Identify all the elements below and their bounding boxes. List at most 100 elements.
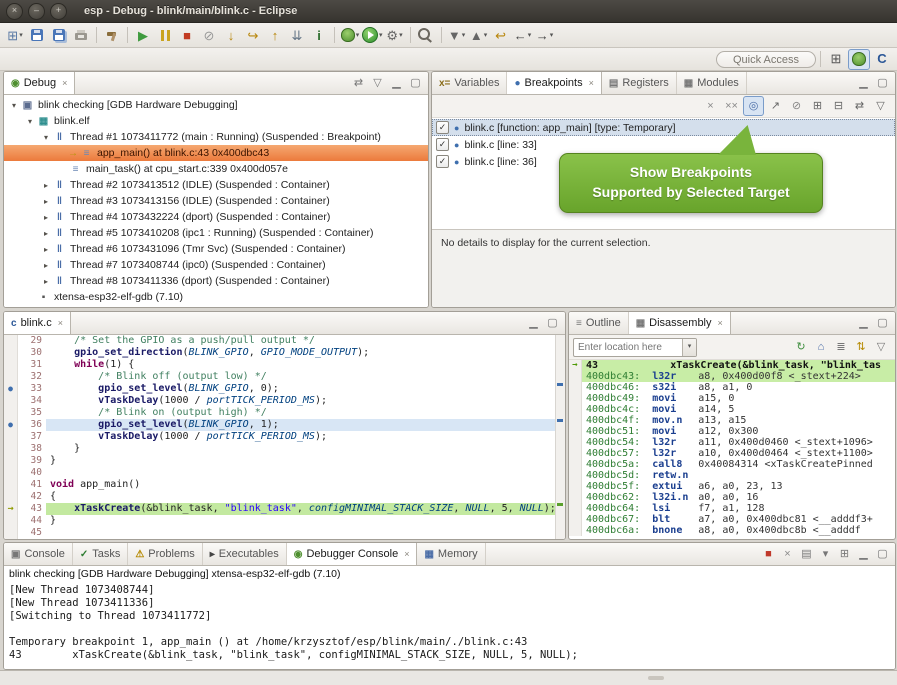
minimize-debug-view-icon[interactable]: ▁ xyxy=(388,75,405,92)
editor-line[interactable]: →43 xTaskCreate(&blink_task, "blink_task… xyxy=(4,503,555,515)
resume-icon[interactable]: ▶ xyxy=(133,26,153,45)
editor-line[interactable]: ●33 gpio_set_level(BLINK_GPIO, 0); xyxy=(4,383,555,395)
expand-icon[interactable]: ▸ xyxy=(40,245,52,254)
marker-ribbon[interactable] xyxy=(4,395,18,407)
editor-line[interactable]: 29 /* Set the GPIO as a push/pull output… xyxy=(4,335,555,347)
debug-perspective-icon[interactable] xyxy=(848,49,870,70)
collapse-all-icon[interactable]: ⊟ xyxy=(829,97,848,115)
quick-access-button[interactable]: Quick Access xyxy=(716,51,816,68)
debug-tree-row[interactable]: ≡main_task() at cpu_start.c:339 0x400d05… xyxy=(4,161,428,177)
disassembly-instruction-row[interactable]: 400dbc64: lsif7, a1, 128 xyxy=(569,503,895,514)
breakpoint-marker-icon[interactable]: ● xyxy=(4,383,18,395)
marker-ribbon[interactable] xyxy=(4,527,18,539)
disassembly-body[interactable]: →43 xTaskCreate(&blink_task, "blink_tas4… xyxy=(569,360,895,539)
sync-with-active-debug-context-icon[interactable]: ⇅ xyxy=(852,338,870,356)
breakpoint-marker-icon[interactable]: ● xyxy=(4,419,18,431)
disassembly-instruction-row[interactable]: 400dbc49: movia15, 0 xyxy=(569,393,895,404)
expand-all-icon[interactable]: ⊞ xyxy=(808,97,827,115)
maximize-breakpoints-view-icon[interactable]: ▢ xyxy=(874,75,891,92)
debug-tree-row[interactable]: ▾▣blink checking [GDB Hardware Debugging… xyxy=(4,97,428,113)
expand-icon[interactable]: ▸ xyxy=(40,229,52,238)
marker-ribbon[interactable] xyxy=(4,407,18,419)
tab-close-icon[interactable]: × xyxy=(58,318,63,328)
marker-ribbon[interactable] xyxy=(4,455,18,467)
window-maximize-button[interactable]: + xyxy=(50,3,67,20)
tab-problems[interactable]: ⚠Problems xyxy=(128,543,202,565)
combo-dropdown-icon[interactable]: ▾ xyxy=(682,339,696,356)
breakpoint-item[interactable]: ✓●blink.c [function: app_main] [type: Te… xyxy=(432,119,895,136)
instruction-pointer-icon[interactable]: → xyxy=(4,503,18,515)
tab-tasks[interactable]: ✓Tasks xyxy=(73,543,129,565)
breakpoints-view-menu-icon[interactable]: ▽ xyxy=(871,97,890,115)
disassembly-instruction-row[interactable]: 400dbc43: l32ra8, 0x400d00f8 <_stext+224… xyxy=(569,371,895,382)
minimize-editor-icon[interactable]: ▁ xyxy=(525,315,542,332)
collapse-icon[interactable]: ▾ xyxy=(8,101,20,110)
disassembly-instruction-row[interactable]: 400dbc54: l32ra11, 0x400d0460 <_stext+10… xyxy=(569,437,895,448)
tab-debugger-console[interactable]: ◉Debugger Console× xyxy=(287,543,418,565)
disassembly-instruction-row[interactable]: 400dbc6a: bnonea8, a0, 0x400dbc8b <__add… xyxy=(569,525,895,536)
clear-console-icon[interactable]: ▤ xyxy=(798,546,815,563)
minimize-breakpoints-view-icon[interactable]: ▁ xyxy=(855,75,872,92)
display-selected-console-icon[interactable]: ▾ xyxy=(817,546,834,563)
minimize-console-view-icon[interactable]: ▁ xyxy=(855,546,872,563)
debug-view-menu-icon[interactable]: ▽ xyxy=(369,75,386,92)
editor-body[interactable]: 29 /* Set the GPIO as a push/pull output… xyxy=(4,335,565,539)
step-over-icon[interactable]: ↪ xyxy=(243,26,263,45)
last-edit-location-icon[interactable]: ↩ xyxy=(491,26,511,45)
editor-line[interactable]: ●36 gpio_set_level(BLINK_GPIO, 1); xyxy=(4,419,555,431)
instruction-stepping-icon[interactable]: i xyxy=(309,26,329,45)
expand-icon[interactable]: ▸ xyxy=(40,213,52,222)
breakpoint-checkbox[interactable]: ✓ xyxy=(436,138,449,151)
editor-line[interactable]: 31 while(1) { xyxy=(4,359,555,371)
debug-tree-row[interactable]: ▸‖Thread #2 1073413512 (IDLE) (Suspended… xyxy=(4,177,428,193)
collapse-icon[interactable]: ▾ xyxy=(24,117,36,126)
tab-close-icon[interactable]: × xyxy=(718,318,723,328)
open-perspective-icon[interactable]: ⊞ xyxy=(826,49,846,68)
step-return-icon[interactable]: ↑ xyxy=(265,26,285,45)
tab-modules[interactable]: ▦Modules xyxy=(677,72,747,94)
disassembly-instruction-row[interactable]: 400dbc5d: retw.n xyxy=(569,470,895,481)
debug-icon[interactable]: ▾ xyxy=(340,26,360,45)
window-minimize-button[interactable]: – xyxy=(28,3,45,20)
editor-line[interactable]: 37 vTaskDelay(1000 / portTICK_PERIOD_MS)… xyxy=(4,431,555,443)
disassembly-instruction-row[interactable]: 400dbc4f: mov.na13, a15 xyxy=(569,415,895,426)
debug-tree-row[interactable]: ▸‖Thread #4 1073432224 (dport) (Suspende… xyxy=(4,209,428,225)
marker-ribbon[interactable] xyxy=(4,347,18,359)
debug-tree-row[interactable]: ▪xtensa-esp32-elf-gdb (7.10) xyxy=(4,289,428,305)
tab-outline[interactable]: ≡Outline xyxy=(569,312,629,334)
remove-selected-breakpoints-icon[interactable]: × xyxy=(701,97,720,115)
editor-line[interactable]: 41void app_main() xyxy=(4,479,555,491)
editor-line[interactable]: 38 } xyxy=(4,443,555,455)
debug-tree-row[interactable]: ▾‖Thread #1 1073411772 (main : Running) … xyxy=(4,129,428,145)
tab-executables[interactable]: ▸Executables xyxy=(203,543,287,565)
location-input[interactable] xyxy=(574,342,682,353)
editor-line[interactable]: 35 /* Blink on (output high) */ xyxy=(4,407,555,419)
disassembly-source-row[interactable]: →43 xTaskCreate(&blink_task, "blink_tas xyxy=(569,360,895,371)
remove-launch-icon[interactable]: × xyxy=(779,546,796,563)
marker-ribbon[interactable] xyxy=(4,359,18,371)
open-console-icon[interactable]: ⊞ xyxy=(836,546,853,563)
disassembly-instruction-row[interactable]: 400dbc46: s32ia8, a1, 0 xyxy=(569,382,895,393)
previous-annotation-icon[interactable]: ▲▾ xyxy=(469,26,489,45)
cpp-perspective-icon[interactable]: C xyxy=(872,49,892,68)
tab-debug[interactable]: ◉Debug× xyxy=(4,72,75,94)
collapse-icon[interactable]: ▾ xyxy=(40,133,52,142)
window-close-button[interactable]: × xyxy=(6,3,23,20)
show-source-icon[interactable]: ≣ xyxy=(832,338,850,356)
external-tools-icon[interactable]: ⚙▾ xyxy=(385,26,405,45)
expand-icon[interactable]: ▸ xyxy=(40,277,52,286)
ruler-current-line-mark[interactable] xyxy=(557,503,563,506)
disassembly-view-menu-icon[interactable]: ▽ xyxy=(872,338,890,356)
debug-tree-row[interactable]: ▾▦blink.elf xyxy=(4,113,428,129)
disassembly-instruction-row[interactable]: 400dbc5a: call80x40084314 <xTaskCreatePi… xyxy=(569,459,895,470)
editor-line[interactable]: 34 vTaskDelay(1000 / portTICK_PERIOD_MS)… xyxy=(4,395,555,407)
new-wizard-icon[interactable]: ⊞▾ xyxy=(5,26,25,45)
disassembly-instruction-row[interactable]: 400dbc51: movia12, 0x300 xyxy=(569,426,895,437)
skip-all-breakpoints-icon[interactable]: ⊘ xyxy=(787,97,806,115)
editor-line[interactable]: 30 gpio_set_direction(BLINK_GPIO, GPIO_M… xyxy=(4,347,555,359)
link-with-editor-icon[interactable]: ⇄ xyxy=(350,75,367,92)
marker-ribbon[interactable] xyxy=(4,335,18,347)
marker-ribbon[interactable] xyxy=(4,467,18,479)
tab-variables[interactable]: x=Variables xyxy=(432,72,507,94)
tab-close-icon[interactable]: × xyxy=(62,78,67,88)
